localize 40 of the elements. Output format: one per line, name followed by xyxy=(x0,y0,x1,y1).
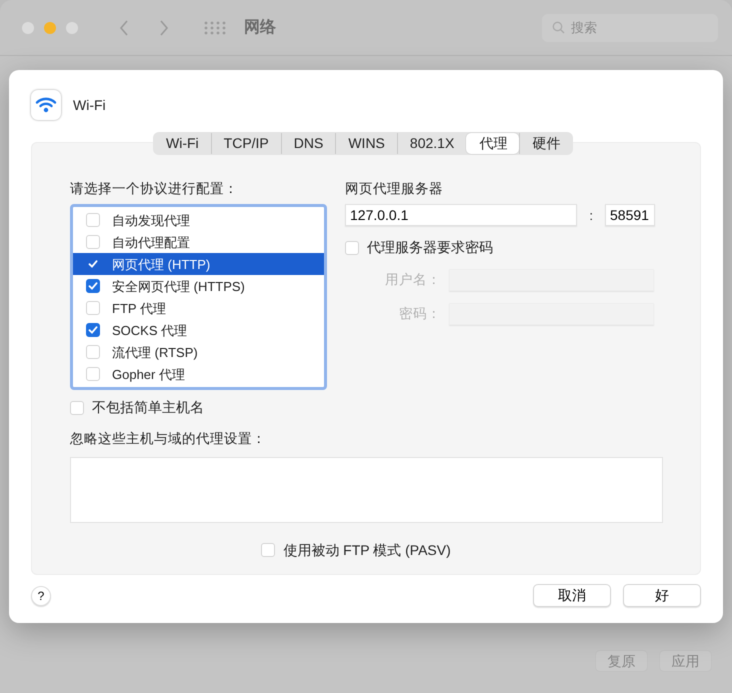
section-label: 网页代理服务器 xyxy=(345,180,444,198)
list-item[interactable]: 安全网页代理 (HTTPS) xyxy=(73,275,324,298)
tab[interactable]: 代理 xyxy=(466,133,520,154)
list-item[interactable]: 自动发现代理 xyxy=(73,209,324,232)
help-button[interactable]: ? xyxy=(31,586,51,606)
tab[interactable]: DNS xyxy=(280,133,336,154)
list-item[interactable]: SOCKS 代理 xyxy=(73,319,324,342)
tab[interactable]: TCP/IP xyxy=(210,133,281,154)
list-item[interactable]: 自动代理配置 xyxy=(73,231,324,254)
server-field[interactable]: 127.0.0.1 xyxy=(345,204,578,226)
dialog-button[interactable]: 好 xyxy=(623,584,701,607)
search-icon xyxy=(552,21,565,34)
window-control-icon[interactable] xyxy=(22,22,34,34)
back-icon[interactable] xyxy=(118,18,130,38)
section-label: 忽略这些主机与域的代理设置： xyxy=(70,430,267,448)
tab[interactable]: Wi-Fi xyxy=(154,133,211,154)
forward-icon[interactable] xyxy=(158,18,170,38)
checkbox[interactable] xyxy=(86,323,100,338)
checkbox[interactable] xyxy=(86,279,100,294)
port-field[interactable]: 58591 xyxy=(605,204,655,226)
window-title: 网络 xyxy=(244,18,276,38)
field-label: 密码： xyxy=(398,305,441,324)
tab[interactable]: WINS xyxy=(335,133,397,154)
separator: : xyxy=(589,206,593,224)
checkbox-label: 不包括简单主机名 xyxy=(92,398,204,418)
tab[interactable]: 硬件 xyxy=(519,133,572,154)
list-item[interactable]: 网页代理 (HTTP) xyxy=(73,253,324,276)
list-item[interactable]: Gopher 代理 xyxy=(73,363,324,386)
checkbox-label: 使用被动 FTP 模式 (PASV) xyxy=(283,540,451,560)
checkbox-label: 代理服务器要求密码 xyxy=(367,238,493,258)
list-item[interactable]: FTP 代理 xyxy=(73,297,324,320)
section-label: 请选择一个协议进行配置： xyxy=(70,180,239,198)
window-control-icon[interactable] xyxy=(66,22,78,34)
list-item[interactable]: 流代理 (RTSP) xyxy=(73,341,324,364)
wifi-icon xyxy=(31,90,61,120)
bypass-field[interactable] xyxy=(70,456,663,522)
interface-name: Wi-Fi xyxy=(73,96,106,114)
field-label: 用户名： xyxy=(384,271,441,290)
dialog-button[interactable]: 取消 xyxy=(533,584,611,607)
window-control-icon[interactable] xyxy=(44,22,56,34)
